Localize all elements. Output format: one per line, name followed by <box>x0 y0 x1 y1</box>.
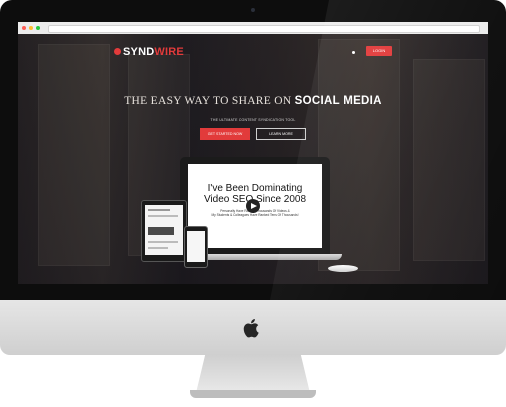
logo-prefix: SYND <box>123 46 155 58</box>
play-icon[interactable] <box>246 199 260 213</box>
background-building <box>413 59 485 261</box>
hero-subline: THE ULTIMATE CONTENT SYNDICATION TOOL <box>210 118 296 122</box>
phone-screen <box>187 231 205 262</box>
background-building <box>318 39 400 271</box>
syndwire-logo-icon <box>114 48 121 55</box>
login-button[interactable]: LOGIN <box>366 46 392 56</box>
tablet-content-line <box>148 241 178 243</box>
tablet-content-image <box>148 227 174 235</box>
video-subtitle-line2: My Students & Colleagues Have Ranked Ten… <box>211 213 299 217</box>
camera-icon <box>251 8 255 12</box>
hero-headline: THE EASY WAY TO SHARE ON SOCIAL MEDIA <box>18 95 488 107</box>
imac-stand-base <box>190 390 316 398</box>
headline-light: THE EASY WAY TO SHARE ON <box>124 95 295 107</box>
background-building <box>38 44 110 266</box>
site-logo[interactable]: SYNDWIRE <box>114 46 184 58</box>
tablet-mockup <box>141 200 187 262</box>
headline-strong: SOCIAL MEDIA <box>294 95 382 107</box>
minimize-window-icon[interactable] <box>29 26 33 30</box>
address-bar[interactable] <box>48 25 480 33</box>
phone-mockup <box>184 226 208 268</box>
tablet-screen <box>145 205 183 255</box>
video-player[interactable]: I've Been Dominating Video SEO Since 200… <box>188 164 322 248</box>
logo-suffix: WIRE <box>154 46 184 58</box>
apple-logo-icon <box>243 319 259 338</box>
nav-indicator-icon <box>352 51 355 54</box>
imac-frame: SYNDWIRE LOGIN THE EASY WAY TO SHARE ON … <box>0 0 506 300</box>
screen: SYNDWIRE LOGIN THE EASY WAY TO SHARE ON … <box>18 22 488 284</box>
tablet-content-line <box>148 215 178 217</box>
tablet-content-line <box>148 209 170 211</box>
tablet-content-line <box>148 247 168 249</box>
imac-stand <box>196 355 310 393</box>
maximize-window-icon[interactable] <box>36 26 40 30</box>
close-window-icon[interactable] <box>22 26 26 30</box>
video-title-line1: I've Been Dominating <box>207 183 303 194</box>
learn-more-button[interactable]: LEARN MORE <box>256 128 306 140</box>
magic-mouse <box>328 265 358 272</box>
hero-section: SYNDWIRE LOGIN THE EASY WAY TO SHARE ON … <box>18 34 488 284</box>
get-started-button[interactable]: GET STARTED NOW <box>200 128 250 140</box>
